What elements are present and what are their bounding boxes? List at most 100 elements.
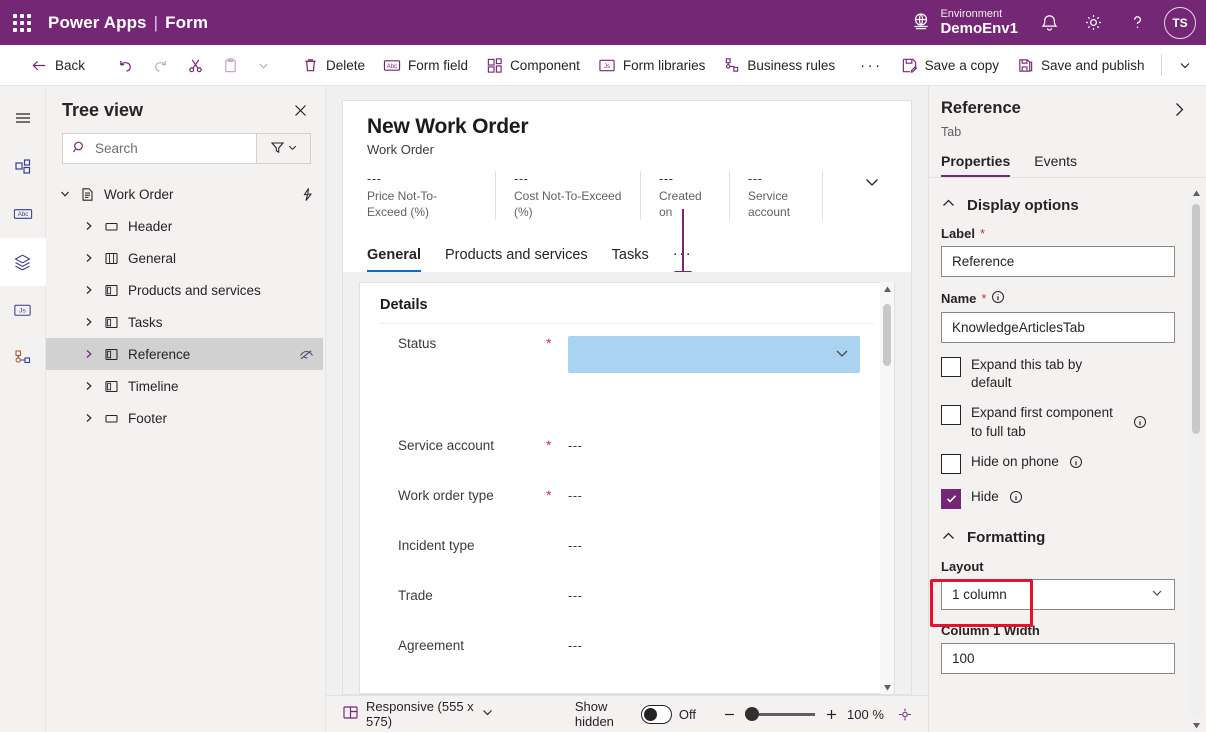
- checkbox-hide-on-phone[interactable]: Hide on phone: [941, 453, 1184, 474]
- chevron-right-icon[interactable]: [78, 412, 100, 424]
- fit-to-screen-icon[interactable]: [898, 707, 912, 722]
- scroll-down-button[interactable]: [1192, 718, 1201, 732]
- checkbox-box[interactable]: [941, 357, 961, 377]
- column-width-input[interactable]: [941, 642, 1175, 674]
- tree-node-general[interactable]: General: [46, 242, 323, 274]
- form-row-incident-type[interactable]: Incident type ---: [380, 520, 874, 570]
- filter-button[interactable]: [256, 133, 311, 164]
- layout-select[interactable]: 1 column: [941, 578, 1175, 610]
- info-icon[interactable]: [991, 290, 1005, 307]
- show-hidden-toggle[interactable]: [640, 704, 672, 724]
- scrollbar-thumb[interactable]: [883, 304, 891, 367]
- scroll-up-button[interactable]: [1192, 186, 1201, 200]
- checkbox-box[interactable]: [941, 488, 961, 509]
- info-icon[interactable]: [1009, 490, 1023, 507]
- chevron-right-icon[interactable]: [78, 220, 100, 232]
- back-button[interactable]: Back: [22, 49, 94, 81]
- header-expand-icon[interactable]: [857, 171, 887, 194]
- show-hidden-control[interactable]: Show hidden Off: [575, 699, 696, 729]
- flash-icon[interactable]: [300, 187, 315, 202]
- label-input[interactable]: [941, 246, 1175, 277]
- header-field[interactable]: --- Service account: [748, 171, 823, 221]
- close-icon[interactable]: [290, 100, 311, 121]
- javascript-icon[interactable]: Js: [0, 286, 46, 334]
- search-input-wrapper[interactable]: [62, 133, 256, 164]
- name-input[interactable]: [941, 312, 1175, 343]
- brand-title[interactable]: Power Apps | Form: [44, 13, 208, 33]
- tree-node-products-and-services[interactable]: Products and services: [46, 274, 323, 306]
- form-row-agreement[interactable]: Agreement ---: [380, 620, 874, 670]
- header-field[interactable]: --- Created on: [659, 171, 730, 221]
- form-row-service-account[interactable]: Service account * ---: [380, 420, 874, 470]
- question-icon[interactable]: [1116, 0, 1158, 45]
- business-rules-button[interactable]: Business rules: [714, 49, 844, 81]
- tree-node-timeline[interactable]: Timeline: [46, 370, 323, 402]
- fields-abc-icon[interactable]: Abc: [0, 190, 46, 238]
- checkbox-box[interactable]: [941, 405, 961, 426]
- tab-properties[interactable]: Properties: [941, 149, 1011, 177]
- properties-scrollbar[interactable]: [1190, 186, 1202, 732]
- chevron-right-icon[interactable]: [78, 316, 100, 328]
- chevron-right-icon[interactable]: [78, 380, 100, 392]
- scrollbar-track[interactable]: [1190, 200, 1202, 718]
- undo-button[interactable]: [108, 49, 143, 81]
- scroll-down-button[interactable]: [883, 680, 892, 694]
- paste-button[interactable]: [213, 49, 248, 81]
- chevron-down-icon[interactable]: [54, 188, 76, 200]
- form-row-work-order-type[interactable]: Work order type * ---: [380, 470, 874, 520]
- scrollbar-thumb[interactable]: [1192, 204, 1200, 434]
- form-body-scrollbar[interactable]: [880, 282, 894, 694]
- formatting-section-header[interactable]: Formatting: [941, 529, 1184, 547]
- plus-icon[interactable]: [824, 708, 838, 721]
- chevron-right-icon[interactable]: [78, 348, 100, 360]
- form-tab-general[interactable]: General: [367, 247, 421, 273]
- tree-node-tasks[interactable]: Tasks: [46, 306, 323, 338]
- header-field[interactable]: --- Price Not-To-Exceed (%): [367, 171, 496, 221]
- checkbox-box[interactable]: [941, 453, 961, 474]
- checkbox-expand-first-component[interactable]: Expand first component to full tab: [941, 404, 1184, 440]
- form-tab-tasks[interactable]: Tasks: [612, 247, 649, 272]
- form-libraries-button[interactable]: Js Form libraries: [589, 49, 715, 81]
- tree-node-work-order[interactable]: Work Order: [46, 178, 323, 210]
- cut-button[interactable]: [178, 49, 213, 81]
- checkbox-hide[interactable]: Hide: [941, 488, 1184, 509]
- component-button[interactable]: Component: [477, 49, 589, 81]
- scrollbar-track[interactable]: [880, 296, 894, 680]
- layers-icon[interactable]: [0, 238, 46, 286]
- components-icon[interactable]: [0, 142, 46, 190]
- delete-button[interactable]: Delete: [293, 49, 374, 81]
- chevron-right-icon[interactable]: [78, 284, 100, 296]
- tree-node-reference[interactable]: Reference: [46, 338, 323, 370]
- app-launcher-icon[interactable]: [0, 13, 44, 32]
- checkbox-expand-this-tab[interactable]: Expand this tab by default: [941, 356, 1184, 392]
- zoom-slider[interactable]: [745, 707, 816, 721]
- paste-options-button[interactable]: [248, 49, 279, 81]
- responsive-layout-selector[interactable]: Responsive (555 x 575): [342, 699, 494, 729]
- bell-icon[interactable]: [1028, 0, 1070, 45]
- tree-node-footer[interactable]: Footer: [46, 402, 323, 434]
- tree-node-header[interactable]: Header: [46, 210, 323, 242]
- form-row-trade[interactable]: Trade ---: [380, 570, 874, 620]
- save-and-publish-button[interactable]: Save and publish: [1008, 49, 1154, 81]
- form-tab-products-and-services[interactable]: Products and services: [445, 247, 588, 272]
- redo-button[interactable]: [143, 49, 178, 81]
- search-input[interactable]: [95, 141, 256, 156]
- chevron-right-icon[interactable]: [78, 252, 100, 264]
- minus-icon[interactable]: [722, 708, 736, 721]
- status-select[interactable]: [568, 336, 860, 374]
- command-overflow-button[interactable]: ellipsis-icon ···: [844, 49, 892, 81]
- form-field-button[interactable]: Abc Form field: [374, 49, 477, 81]
- info-icon[interactable]: [1069, 455, 1083, 472]
- environment-selector[interactable]: Environment DemoEnv1: [911, 8, 1018, 38]
- scroll-up-button[interactable]: [883, 282, 892, 296]
- header-field[interactable]: --- Cost Not-To-Exceed (%): [514, 171, 641, 221]
- gear-icon[interactable]: [1072, 0, 1114, 45]
- tab-events[interactable]: Events: [1034, 149, 1077, 177]
- chevron-right-icon[interactable]: [1167, 99, 1192, 123]
- zoom-slider-knob[interactable]: [745, 707, 760, 721]
- avatar[interactable]: TS: [1164, 6, 1196, 39]
- business-rules-icon[interactable]: [0, 334, 46, 382]
- form-row-status[interactable]: Status *: [380, 324, 874, 420]
- info-icon[interactable]: [1133, 415, 1147, 432]
- save-options-button[interactable]: [1169, 49, 1201, 81]
